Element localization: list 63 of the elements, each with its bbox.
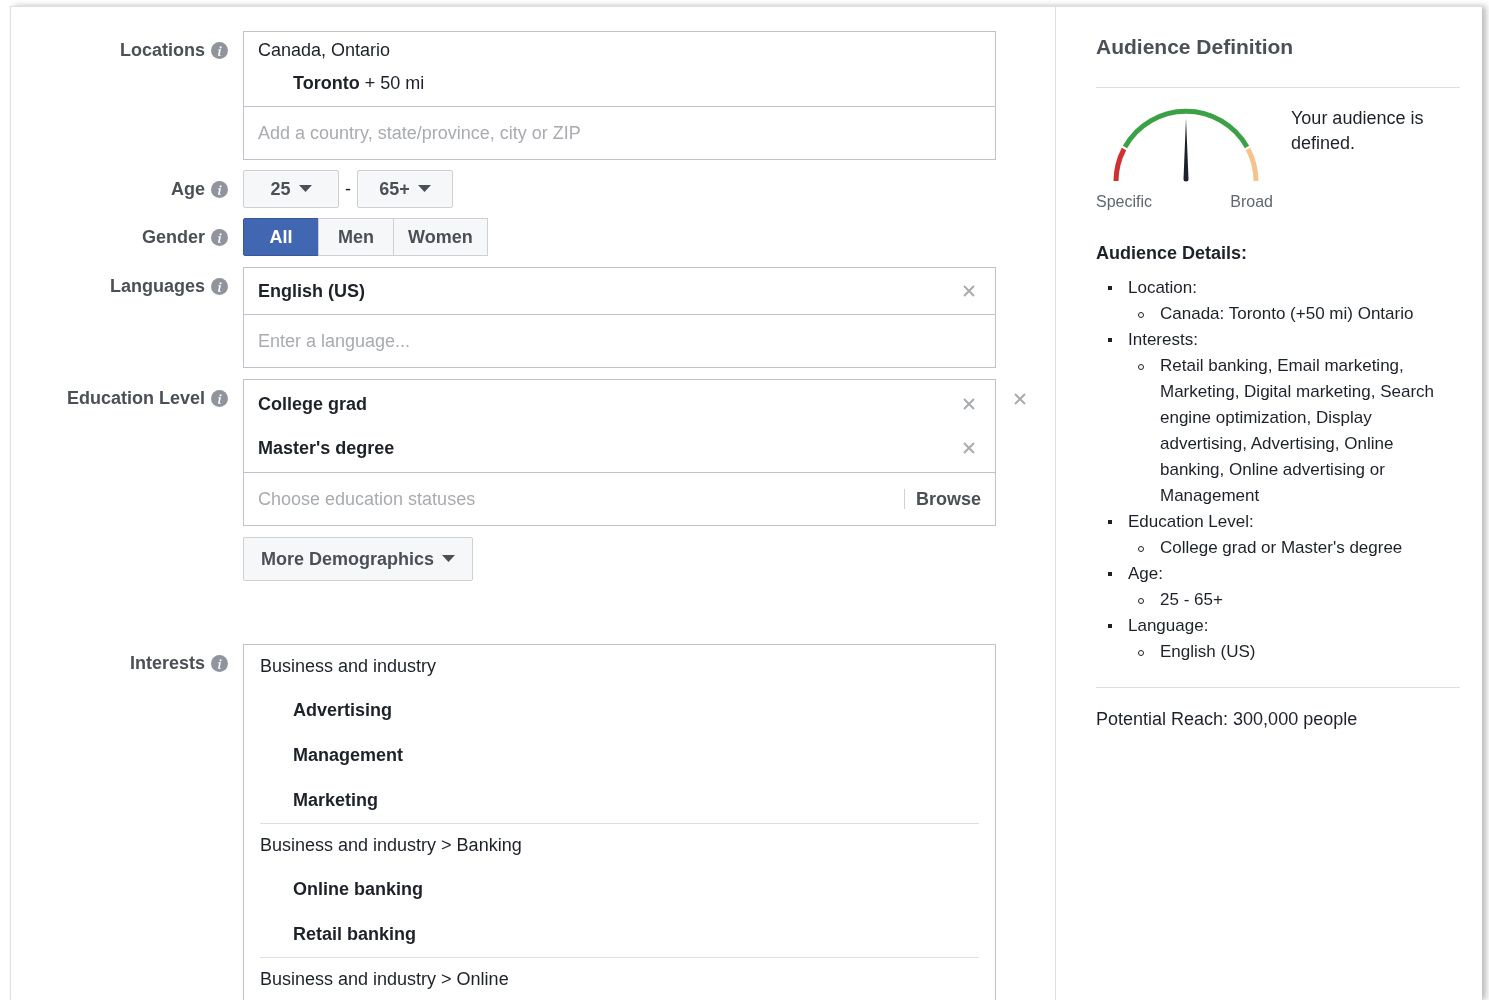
interest-token: Online banking bbox=[293, 878, 423, 901]
location-input[interactable]: Add a country, state/province, city or ZIP bbox=[244, 107, 995, 159]
interest-category: Business and industry > Online bbox=[260, 968, 509, 991]
location-city: Toronto + 50 mi bbox=[292, 72, 426, 95]
locations-field[interactable]: Canada, Ontario Toronto + 50 mi Add a country, state/province, city or ZIP bbox=[243, 31, 996, 160]
info-icon bbox=[211, 180, 228, 198]
interest-token: Marketing bbox=[293, 789, 379, 812]
gender-option[interactable]: Men bbox=[318, 218, 394, 256]
field-label: Age bbox=[171, 177, 205, 201]
detail-label: Language: bbox=[1128, 615, 1209, 637]
info-icon bbox=[211, 654, 228, 672]
close-icon[interactable] bbox=[963, 442, 975, 454]
detail-value: 25 - 65+ bbox=[1160, 589, 1224, 611]
info-icon bbox=[211, 389, 228, 407]
browse-button[interactable]: Browse bbox=[915, 485, 981, 513]
field-label: Languages bbox=[109, 274, 205, 298]
interest-token: Management bbox=[293, 744, 404, 767]
language-token: English (US) bbox=[258, 279, 365, 303]
education-input[interactable]: Choose education statuses bbox=[258, 485, 904, 513]
info-icon bbox=[211, 277, 228, 295]
panel-title: Audience Definition bbox=[1096, 34, 1295, 60]
detail-label: Location: bbox=[1128, 277, 1197, 299]
details-title: Audience Details: bbox=[1096, 242, 1249, 265]
age-to-dropdown[interactable]: 65+ bbox=[357, 170, 453, 208]
gauge-min-label: Specific bbox=[1096, 192, 1153, 212]
languages-field[interactable]: English (US) Enter a language... bbox=[243, 267, 996, 368]
close-icon[interactable] bbox=[963, 285, 975, 297]
close-icon[interactable] bbox=[1014, 393, 1026, 405]
caret-icon bbox=[298, 185, 312, 193]
potential-reach: Potential Reach: 300,000 people bbox=[1096, 709, 1358, 729]
interests-field[interactable]: Business and industry Advertising Management Marketing Business and industry > Banking Online banking Retail banking Business and industry > Online bbox=[243, 644, 996, 1000]
language-input[interactable]: Enter a language... bbox=[244, 315, 995, 367]
education-token: College grad bbox=[258, 392, 368, 416]
detail-label: Education Level: bbox=[1128, 511, 1254, 533]
detail-value: Canada: Toronto (+50 mi) Ontario bbox=[1160, 303, 1415, 325]
detail-label: Interests: bbox=[1128, 329, 1198, 351]
education-token: Master's degree bbox=[258, 436, 395, 460]
info-icon bbox=[211, 228, 228, 246]
field-label: Locations bbox=[120, 38, 205, 62]
detail-label: Age: bbox=[1128, 563, 1163, 585]
interest-token: Advertising bbox=[293, 699, 393, 722]
detail-value: College grad or Master's degree bbox=[1160, 537, 1404, 559]
more-demographics-button[interactable]: More Demographics bbox=[243, 537, 474, 581]
interest-token: Retail banking bbox=[293, 923, 417, 946]
info-icon bbox=[211, 41, 228, 59]
audience-status: Your audience is defined. bbox=[1291, 107, 1425, 155]
caret-icon bbox=[442, 555, 456, 563]
gender-option[interactable]: Women bbox=[393, 218, 488, 256]
detail-value: English (US) bbox=[1160, 641, 1257, 663]
education-field[interactable]: College grad Master's degree Choose education statuses Browse bbox=[243, 379, 996, 526]
gender-option[interactable]: All bbox=[243, 218, 319, 256]
location-region: Canada, Ontario bbox=[258, 40, 392, 62]
age-separator: - bbox=[345, 177, 351, 201]
gauge-max-label: Broad bbox=[1230, 192, 1273, 212]
age-from-dropdown[interactable]: 25 bbox=[243, 170, 339, 208]
close-icon[interactable] bbox=[963, 398, 975, 410]
interest-category: Business and industry bbox=[260, 655, 437, 678]
field-label: Gender bbox=[141, 225, 205, 249]
caret-icon bbox=[417, 185, 431, 193]
field-label: Education Level bbox=[66, 386, 205, 410]
field-label: Interests bbox=[129, 651, 205, 675]
interest-category: Business and industry > Banking bbox=[260, 834, 522, 857]
detail-value: Retail banking, Email marketing, Marketing, Digital marketing, Search engine optimization, Display advertising, Advertising, Online banking, Online advertising or Management bbox=[1160, 355, 1435, 507]
